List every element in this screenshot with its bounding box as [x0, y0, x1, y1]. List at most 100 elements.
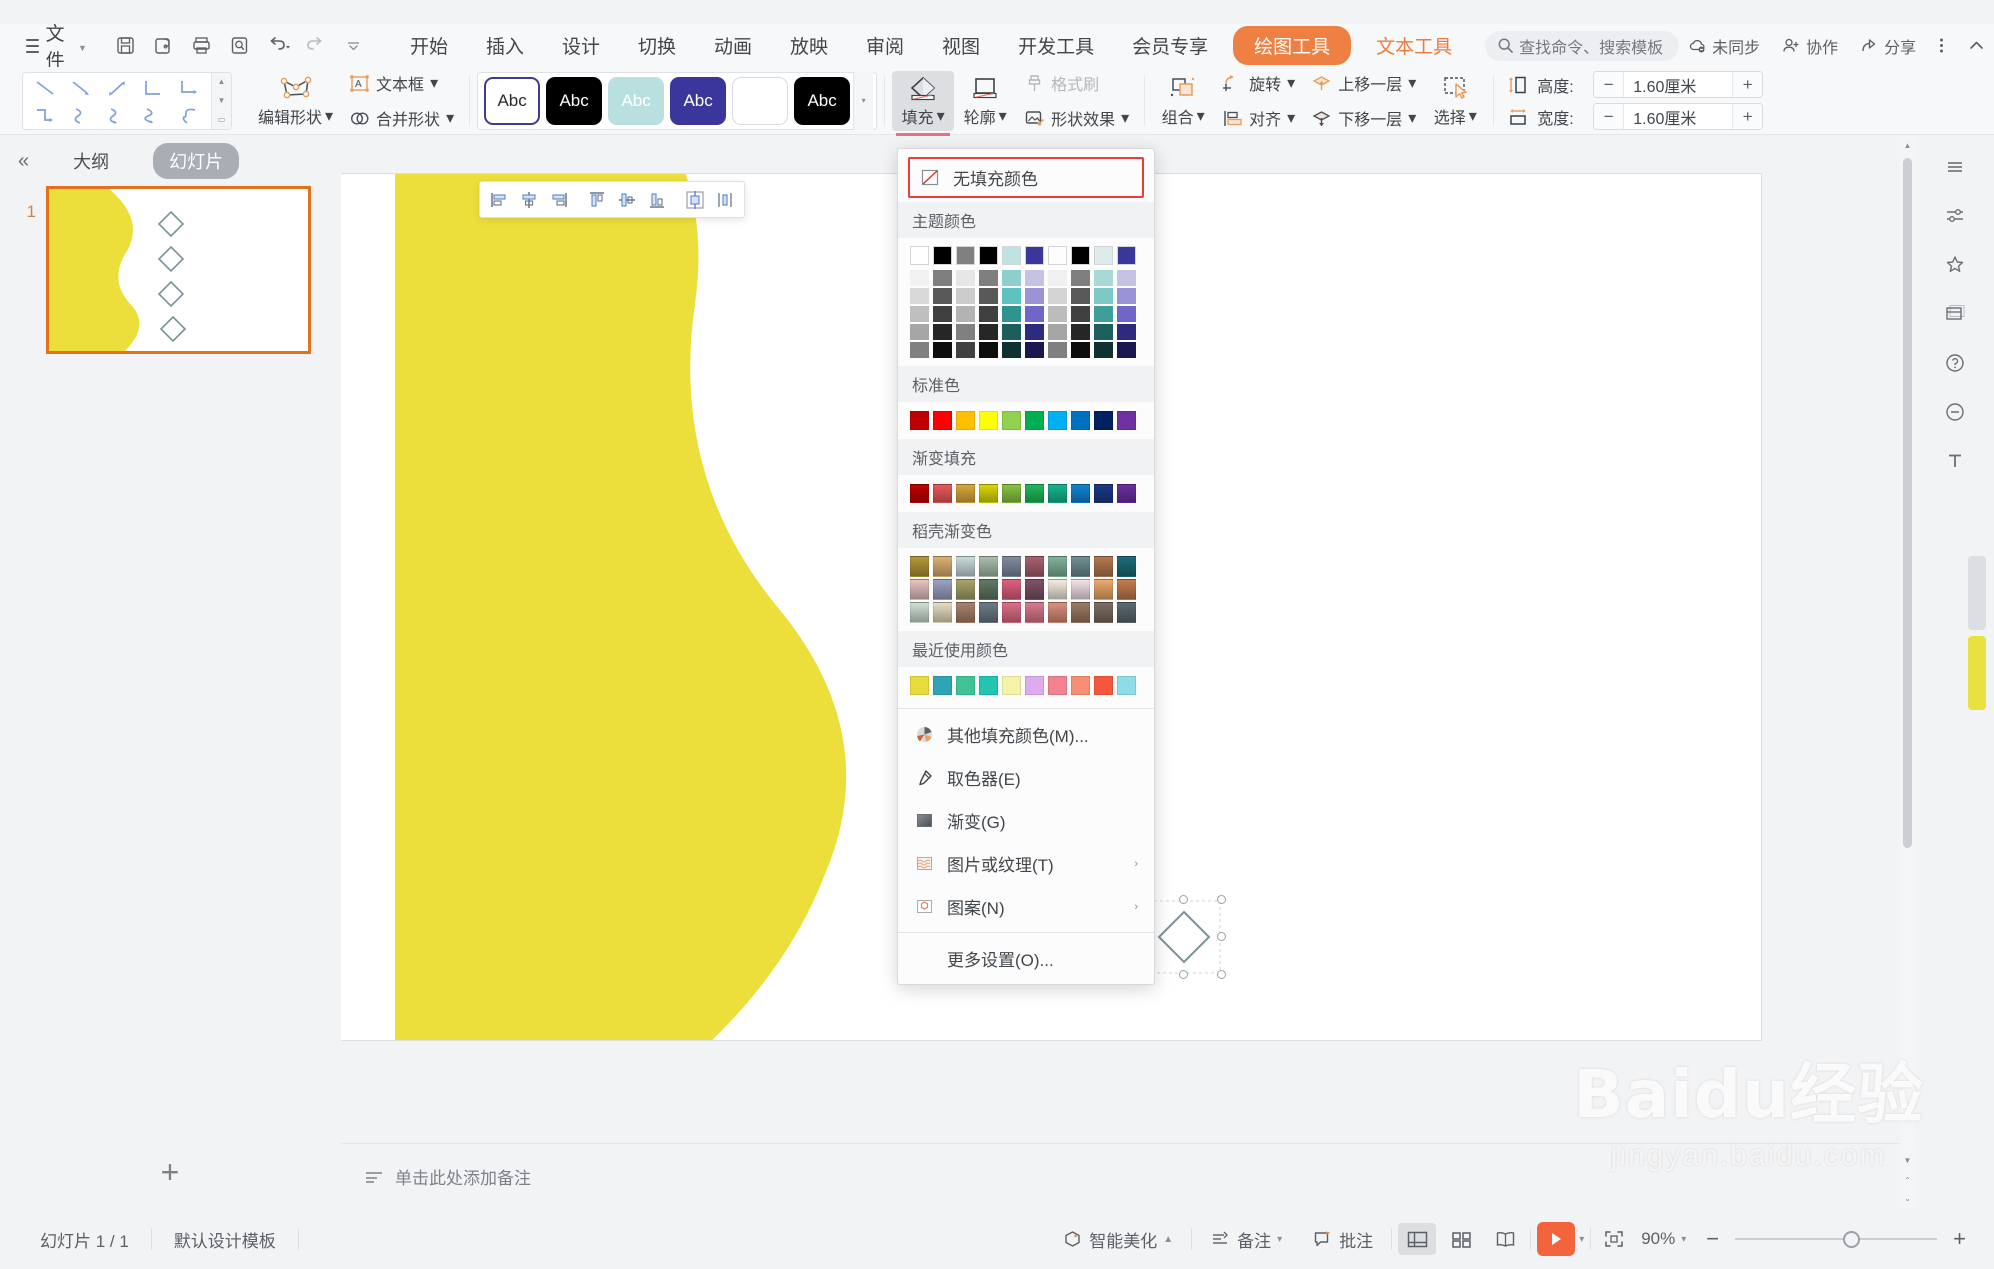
- comment-button[interactable]: 批注: [1300, 1221, 1385, 1258]
- edit-shape-button[interactable]: 编辑形状 ▾: [250, 71, 341, 131]
- standard-color-swatch[interactable]: [1117, 411, 1136, 430]
- recent-color-swatch[interactable]: [1094, 676, 1113, 695]
- format-painter-button[interactable]: 格式刷: [1016, 67, 1137, 99]
- gallery-expand-button[interactable]: ▭: [212, 110, 231, 129]
- zoom-level-button[interactable]: 90% ▾: [1637, 1223, 1690, 1255]
- docer-gradient-swatch[interactable]: [1048, 602, 1067, 623]
- pattern-item[interactable]: 图案(N) ›: [898, 885, 1154, 928]
- theme-color-shade-swatch[interactable]: [910, 324, 929, 340]
- theme-color-swatch[interactable]: [933, 246, 952, 265]
- theme-color-shade-swatch[interactable]: [933, 324, 952, 340]
- width-field[interactable]: − 1.60厘米 +: [1593, 103, 1764, 130]
- theme-color-shade-swatch[interactable]: [1071, 306, 1090, 322]
- theme-color-shade-swatch[interactable]: [1025, 342, 1044, 358]
- gallery-scroll-up-button[interactable]: ▲: [212, 73, 231, 92]
- tab-插入[interactable]: 插入: [467, 26, 543, 65]
- theme-color-swatch[interactable]: [979, 246, 998, 265]
- theme-color-shade-swatch[interactable]: [1025, 306, 1044, 322]
- gradient-item[interactable]: 渐变(G): [898, 799, 1154, 842]
- theme-color-shade-swatch[interactable]: [1117, 288, 1136, 304]
- text-icon[interactable]: [1932, 438, 1978, 484]
- line-arrow-shape-icon[interactable]: [63, 74, 99, 102]
- properties-icon[interactable]: [1932, 193, 1978, 239]
- align-left-icon[interactable]: [484, 184, 514, 215]
- docer-gradient-swatch[interactable]: [1048, 556, 1067, 577]
- standard-color-swatch[interactable]: [956, 411, 975, 430]
- theme-color-shade-swatch[interactable]: [1094, 270, 1113, 286]
- docer-gradient-swatch[interactable]: [1094, 602, 1113, 623]
- theme-color-shade-swatch[interactable]: [1094, 324, 1113, 340]
- docer-gradient-swatch[interactable]: [979, 556, 998, 577]
- theme-color-shade-swatch[interactable]: [979, 342, 998, 358]
- align-right-icon[interactable]: [544, 184, 574, 215]
- bring-forward-button[interactable]: 上移一层 ▾: [1303, 67, 1424, 99]
- textbox-button[interactable]: A 文本框 ▾: [341, 67, 462, 99]
- theme-color-swatch[interactable]: [1048, 246, 1067, 265]
- docer-gradient-swatch[interactable]: [1025, 602, 1044, 623]
- gradient-fill-swatch[interactable]: [979, 484, 998, 503]
- tab-开始[interactable]: 开始: [391, 26, 467, 65]
- align-bottom-icon[interactable]: [642, 184, 672, 215]
- help-icon[interactable]: [1932, 340, 1978, 386]
- align-button[interactable]: 对齐 ▾: [1214, 102, 1303, 134]
- more-settings-item[interactable]: 更多设置(O)...: [898, 937, 1154, 980]
- theme-color-shade-swatch[interactable]: [1071, 270, 1090, 286]
- recent-color-swatch[interactable]: [1071, 676, 1090, 695]
- reading-view-button[interactable]: [1486, 1223, 1524, 1255]
- gradient-fill-swatch[interactable]: [1048, 484, 1067, 503]
- rotate-button[interactable]: 旋转 ▾: [1214, 67, 1303, 99]
- line-shape-icon[interactable]: [27, 74, 63, 102]
- theme-color-shade-swatch[interactable]: [1094, 306, 1113, 322]
- theme-color-shade-swatch[interactable]: [1025, 324, 1044, 340]
- theme-color-swatch[interactable]: [1071, 246, 1090, 265]
- docer-gradient-swatch[interactable]: [1117, 556, 1136, 577]
- theme-color-shade-swatch[interactable]: [910, 342, 929, 358]
- width-value[interactable]: 1.60厘米: [1623, 104, 1734, 129]
- share-button[interactable]: 分享: [1851, 29, 1925, 63]
- standard-color-swatch[interactable]: [1025, 411, 1044, 430]
- recent-color-swatch[interactable]: [1025, 676, 1044, 695]
- theme-color-shade-swatch[interactable]: [933, 270, 952, 286]
- shape-style-2[interactable]: Abc: [608, 76, 665, 125]
- theme-color-shade-swatch[interactable]: [1048, 306, 1067, 322]
- previous-slide-button[interactable]: ⌃: [1900, 1171, 1915, 1189]
- more-fill-colors-item[interactable]: 其他填充颜色(M)...: [898, 713, 1154, 756]
- vertical-scrollbar[interactable]: ▲ ▼ ⌃ ⌄: [1900, 136, 1915, 1209]
- theme-color-shade-swatch[interactable]: [1002, 270, 1021, 286]
- recent-color-swatch[interactable]: [933, 676, 952, 695]
- shape-style-1[interactable]: Abc: [546, 76, 603, 125]
- docer-gradient-swatch[interactable]: [1048, 579, 1067, 600]
- docer-gradient-swatch[interactable]: [1094, 579, 1113, 600]
- collapse-ribbon-button[interactable]: [1958, 31, 1994, 60]
- elbow-connector-2-icon[interactable]: [27, 102, 63, 129]
- recent-color-swatch[interactable]: [979, 676, 998, 695]
- docer-gradient-swatch[interactable]: [1002, 556, 1021, 577]
- align-top-icon[interactable]: [582, 184, 612, 215]
- menu-lines-icon[interactable]: [1932, 144, 1978, 190]
- theme-color-swatch[interactable]: [1025, 246, 1044, 265]
- theme-color-shade-swatch[interactable]: [1071, 342, 1090, 358]
- double-chevron-left-icon[interactable]: «: [18, 150, 29, 173]
- gradient-fill-swatch[interactable]: [1117, 484, 1136, 503]
- elbow-connector-icon[interactable]: [135, 74, 171, 102]
- distribute-h-icon[interactable]: [680, 184, 710, 215]
- collaborate-button[interactable]: 协作: [1773, 29, 1847, 63]
- curved-connector-icon[interactable]: [63, 102, 99, 129]
- zoom-out-button[interactable]: −: [1696, 1222, 1729, 1256]
- gradient-fill-swatch[interactable]: [910, 484, 929, 503]
- zoom-slider[interactable]: [1735, 1230, 1938, 1248]
- theme-color-shade-swatch[interactable]: [1002, 306, 1021, 322]
- shape-effects-button[interactable]: 形状效果 ▾: [1016, 102, 1137, 134]
- sorter-view-button[interactable]: [1442, 1223, 1480, 1255]
- beautify-button[interactable]: 智能美化 ▲: [1050, 1221, 1185, 1258]
- docer-gradient-swatch[interactable]: [933, 579, 952, 600]
- theme-color-shade-swatch[interactable]: [956, 324, 975, 340]
- theme-color-shade-swatch[interactable]: [1048, 324, 1067, 340]
- customize-icon[interactable]: [337, 31, 371, 61]
- theme-color-shade-swatch[interactable]: [956, 306, 975, 322]
- gradient-fill-swatch[interactable]: [1094, 484, 1113, 503]
- gradient-fill-swatch[interactable]: [1002, 484, 1021, 503]
- theme-color-shade-swatch[interactable]: [1002, 342, 1021, 358]
- standard-color-swatch[interactable]: [1048, 411, 1067, 430]
- width-decrement-button[interactable]: −: [1594, 104, 1624, 129]
